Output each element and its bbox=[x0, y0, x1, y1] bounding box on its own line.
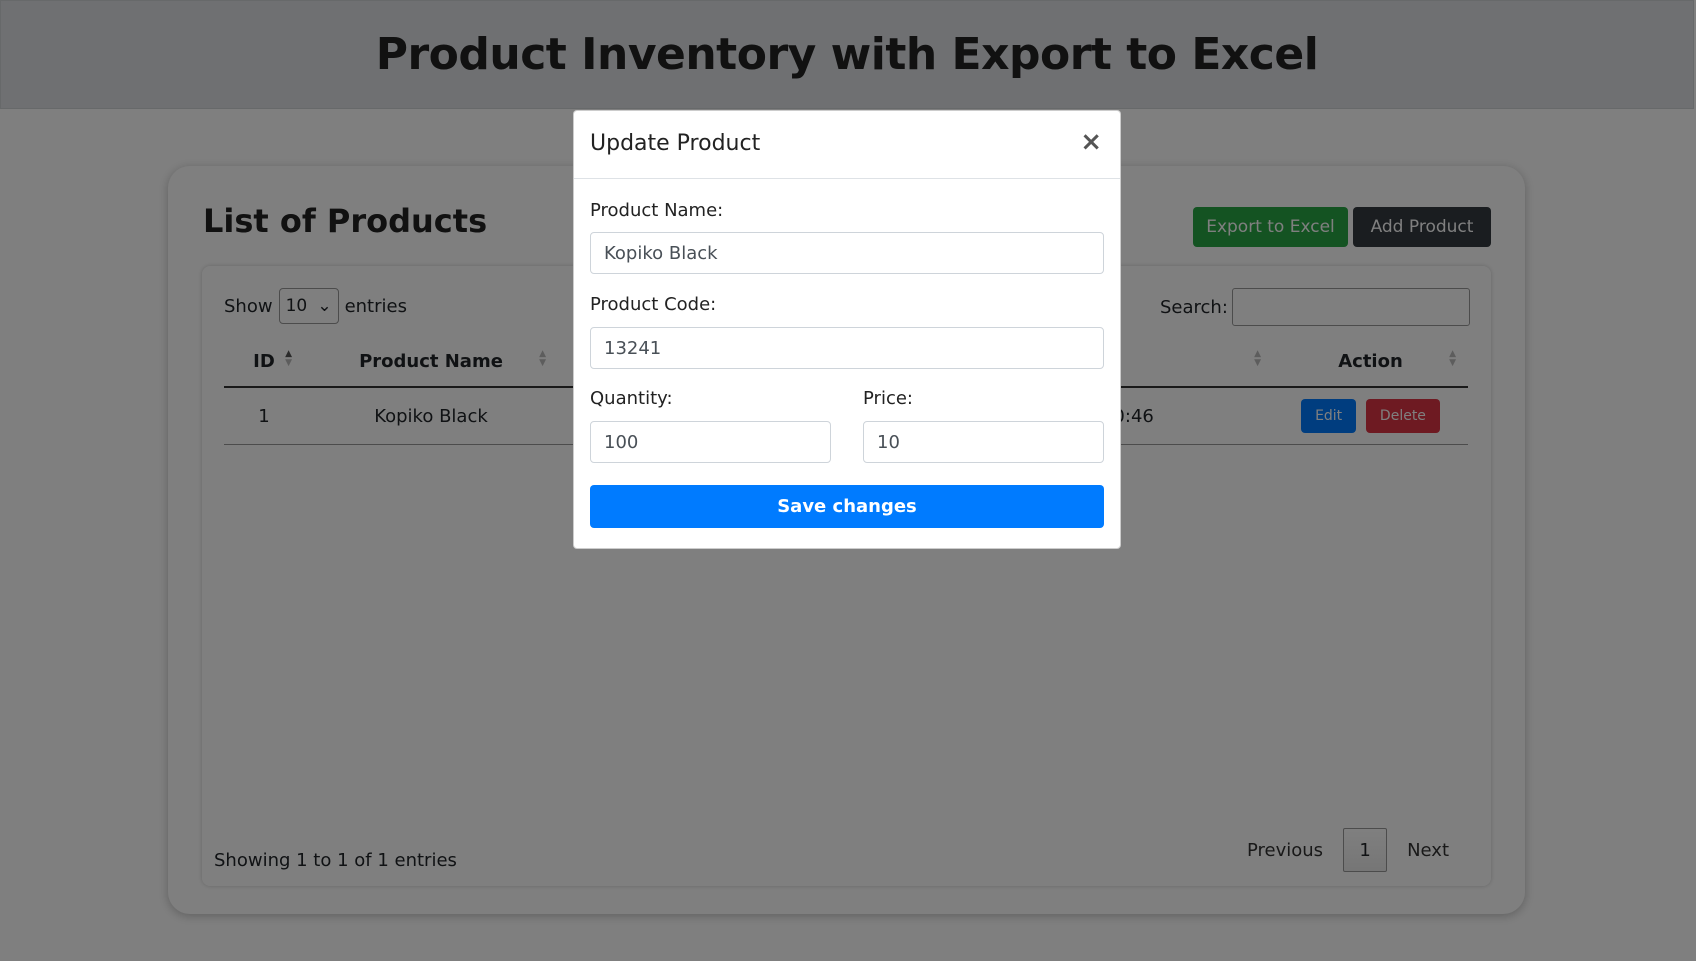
product-code-label: Product Code: bbox=[590, 294, 717, 315]
quantity-label: Quantity: bbox=[590, 388, 673, 409]
modal-header: Update Product × bbox=[574, 111, 1120, 179]
quantity-input[interactable]: 100 bbox=[590, 421, 831, 463]
save-changes-button[interactable]: Save changes bbox=[590, 485, 1104, 528]
close-icon[interactable]: × bbox=[1080, 127, 1102, 157]
product-name-input[interactable]: Kopiko Black bbox=[590, 232, 1104, 274]
product-code-input[interactable]: 13241 bbox=[590, 327, 1104, 369]
product-name-label: Product Name: bbox=[590, 200, 724, 221]
price-label: Price: bbox=[863, 388, 913, 409]
modal-title: Update Product bbox=[590, 131, 761, 156]
price-input[interactable]: 10 bbox=[863, 421, 1104, 463]
update-product-modal: Update Product × Product Name: Kopiko Bl… bbox=[573, 110, 1121, 549]
